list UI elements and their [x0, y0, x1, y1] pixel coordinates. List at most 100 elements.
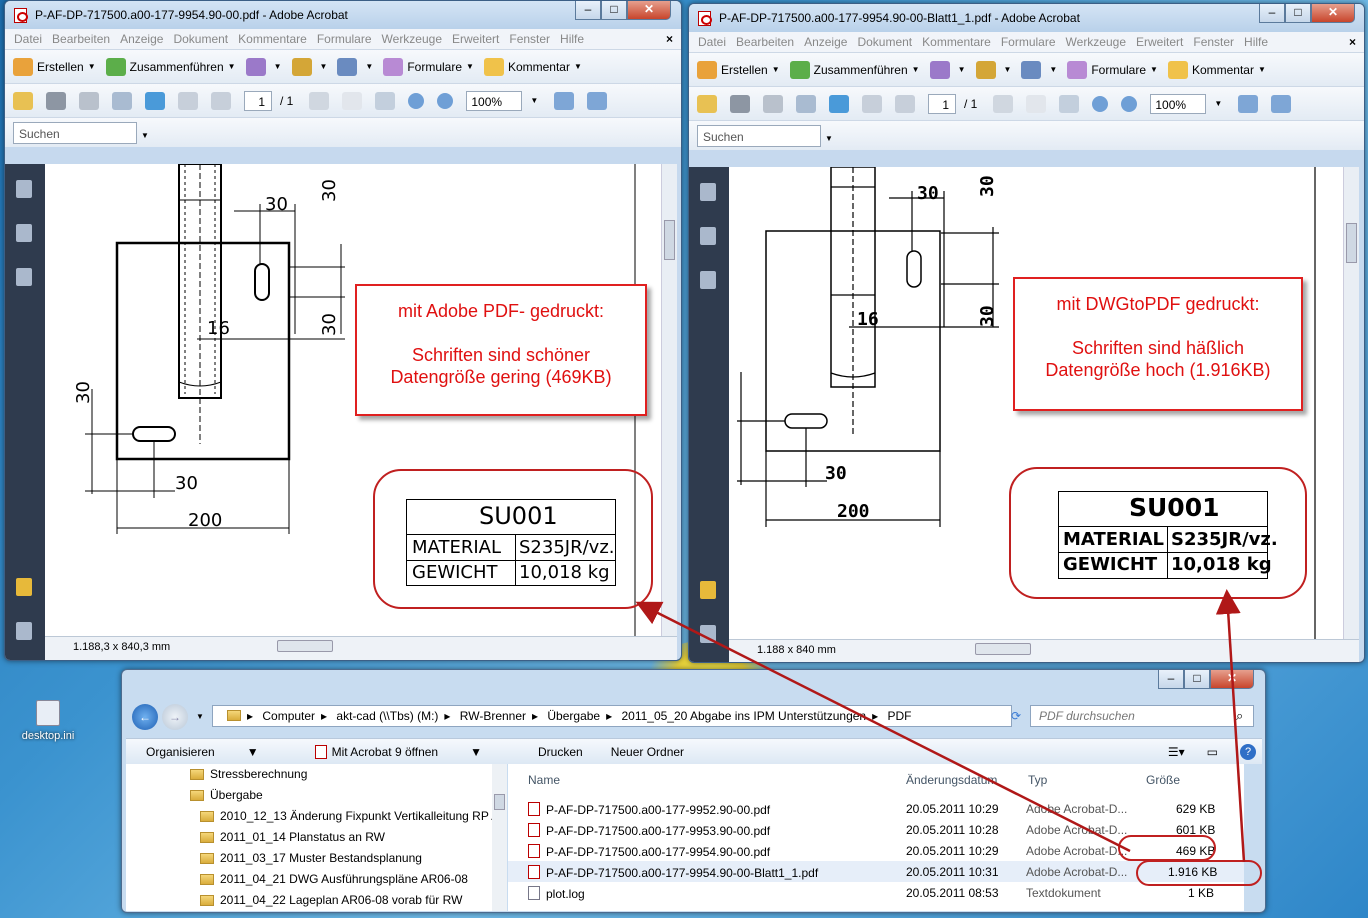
breadcrumb-abgabe[interactable]: 2011_05_20 Abgabe ins IPM Unterstützunge… [621, 709, 866, 723]
chevron-down-icon[interactable]: ▼ [825, 134, 833, 143]
save-icon[interactable] [79, 91, 99, 110]
save-icon[interactable] [763, 94, 783, 113]
upload-icon[interactable] [829, 94, 849, 113]
acrobat-window-right[interactable]: P-AF-DP-717500.a00-177-9954.90-00-Blatt1… [688, 3, 1365, 663]
kommentar-button[interactable]: Kommentar ▼ [1167, 60, 1266, 79]
upload-icon[interactable] [145, 91, 165, 110]
full-screen-icon[interactable] [587, 91, 608, 110]
menu-bearbeiten[interactable]: Bearbeiten [736, 35, 794, 49]
pages-icon[interactable] [700, 183, 716, 201]
vertical-scrollbar[interactable] [661, 164, 677, 636]
menu-datei[interactable]: Datei [14, 32, 42, 46]
page-number-input[interactable]: 1 [244, 90, 272, 111]
zoom-select[interactable]: 100% [1150, 93, 1207, 114]
title-bar[interactable]: P-AF-DP-717500.a00-177-9954.90-00-Blatt1… [689, 4, 1364, 32]
column-type[interactable]: Typ [1028, 773, 1047, 787]
scroll-thumb[interactable] [1346, 223, 1357, 263]
drucken-button[interactable]: Drucken [538, 745, 583, 759]
fit-width-icon[interactable] [1238, 94, 1259, 113]
menu-erweitert[interactable]: Erweitert [1136, 35, 1183, 49]
arrow-down-icon[interactable] [211, 91, 231, 110]
menu-kommentare[interactable]: Kommentare [238, 32, 307, 46]
organisieren-button[interactable]: Organisieren ▼ [146, 745, 287, 759]
attachments-icon[interactable] [16, 622, 32, 640]
minimize-button[interactable]: – [575, 1, 601, 20]
refresh-icon[interactable]: ⟳ [1006, 706, 1026, 726]
horizontal-scroll-thumb[interactable] [975, 643, 1031, 655]
secure-button[interactable]: ▼ [291, 57, 327, 76]
signatures-icon[interactable] [700, 271, 716, 289]
tree-scrollbar[interactable] [492, 764, 507, 911]
menu-hilfe[interactable]: Hilfe [560, 32, 584, 46]
file-row[interactable]: P-AF-DP-717500.a00-177-9952.90-00.pdf 20… [508, 798, 1244, 819]
menu-anzeige[interactable]: Anzeige [804, 35, 847, 49]
menu-anzeige[interactable]: Anzeige [120, 32, 163, 46]
acrobat-window-left[interactable]: P-AF-DP-717500.a00-177-9954.90-00.pdf - … [4, 0, 682, 661]
bookmarks-icon[interactable] [16, 224, 32, 242]
breadcrumb-computer[interactable]: Computer [262, 709, 315, 723]
arrow-up-icon[interactable] [178, 91, 198, 110]
tree-item[interactable]: Übergabe [126, 785, 506, 806]
menu-dokument[interactable]: Dokument [173, 32, 228, 46]
address-bar[interactable]: ▸ Computer ▸ akt-cad (\\Tbs) (M:) ▸ RW-Bre… [212, 705, 1012, 727]
search-input[interactable]: PDF durchsuchen [1030, 705, 1254, 727]
page-number-input[interactable]: 1 [928, 93, 956, 114]
search-input[interactable]: Suchen [697, 125, 821, 147]
pages-icon[interactable] [16, 180, 32, 198]
scroll-thumb[interactable] [494, 794, 505, 810]
sign-button[interactable]: ▼ [337, 57, 373, 76]
menu-formulare[interactable]: Formulare [1001, 35, 1056, 49]
help-icon[interactable]: ? [1240, 743, 1256, 760]
menu-fenster[interactable]: Fenster [1193, 35, 1234, 49]
scroll-thumb[interactable] [664, 220, 675, 260]
zoom-out-icon[interactable] [408, 92, 425, 109]
open-with-acrobat-button[interactable]: Mit Acrobat 9 öffnen ▼ [314, 744, 510, 759]
maximize-button[interactable]: □ [1184, 670, 1210, 689]
tree-item[interactable]: 2011_04_22 Lageplan AR06-08 vorab für RW [126, 890, 506, 911]
arrow-down-icon[interactable] [895, 94, 915, 113]
menu-bearbeiten[interactable]: Bearbeiten [52, 32, 110, 46]
chevron-down-icon[interactable]: ▼ [141, 131, 149, 140]
close-button[interactable]: ✕ [1210, 670, 1254, 689]
print-icon[interactable] [730, 94, 750, 113]
bookmarks-icon[interactable] [700, 227, 716, 245]
zoom-out-icon[interactable] [1092, 95, 1109, 112]
secure-button[interactable]: ▼ [975, 60, 1011, 79]
signatures-icon[interactable] [16, 268, 32, 286]
menu-dokument[interactable]: Dokument [857, 35, 912, 49]
maximize-button[interactable]: □ [601, 1, 627, 20]
tree-item[interactable]: 2010_12_13 Änderung Fixpunkt Vertikallei… [126, 806, 506, 827]
vertical-scrollbar[interactable] [1343, 167, 1359, 639]
close-button[interactable]: ✕ [1311, 4, 1355, 23]
fit-width-icon[interactable] [554, 91, 575, 110]
breadcrumb-rw-brenner[interactable]: RW-Brenner [460, 709, 526, 723]
zoom-select[interactable]: 100% [466, 90, 523, 111]
close-document-icon[interactable]: × [1349, 35, 1356, 49]
breadcrumb-uebergabe[interactable]: Übergabe [547, 709, 600, 723]
minimize-button[interactable]: – [1158, 670, 1184, 689]
back-button[interactable]: ← [132, 704, 158, 730]
forward-button[interactable]: → [162, 704, 188, 730]
comments-icon[interactable] [700, 581, 716, 599]
print-icon[interactable] [46, 91, 66, 110]
desktop-icon-desktop-ini[interactable]: desktop.ini [16, 700, 80, 742]
comments-icon[interactable] [16, 578, 32, 596]
view-options-icon[interactable]: ☰▾ [1168, 745, 1185, 759]
zoom-marquee-icon[interactable] [375, 91, 396, 110]
tree-item[interactable]: Stressberechnung [126, 764, 506, 785]
neuer-ordner-button[interactable]: Neuer Ordner [611, 745, 684, 759]
erstellen-button[interactable]: Erstellen ▼ [13, 57, 96, 76]
tree-item[interactable]: 2011_01_14 Planstatus an RW [126, 827, 506, 848]
attachments-icon[interactable] [700, 625, 716, 643]
arrow-up-icon[interactable] [862, 94, 882, 113]
email-icon[interactable] [796, 94, 816, 113]
file-row[interactable]: plot.log 20.05.2011 08:53 Textdokument 1… [508, 882, 1244, 903]
hand-icon[interactable] [342, 91, 363, 110]
explorer-window[interactable]: – □ ✕ ← → ▼ ▸ Computer ▸ akt-cad (\\Tbs) (M… [121, 669, 1266, 913]
close-document-icon[interactable]: × [666, 32, 673, 46]
chevron-down-icon[interactable]: ▼ [530, 96, 538, 105]
breadcrumb-pdf[interactable]: PDF [887, 709, 911, 723]
file-row[interactable]: P-AF-DP-717500.a00-177-9954.90-00-Blatt1… [508, 861, 1244, 882]
menu-datei[interactable]: Datei [698, 35, 726, 49]
select-cursor-icon[interactable] [309, 91, 330, 110]
